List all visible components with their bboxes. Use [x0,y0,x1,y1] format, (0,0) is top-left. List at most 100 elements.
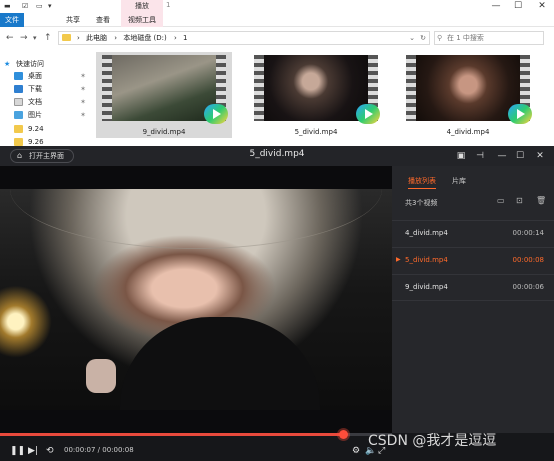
progress-fill [0,433,343,436]
minimize-button[interactable]: — [494,149,510,163]
video-player-icon [508,104,532,124]
playlist-item-duration: 00:00:08 [512,256,544,264]
refresh-icon[interactable]: ↻ [420,32,426,44]
customize-qa-icon[interactable]: ▾ [48,1,52,11]
document-icon [14,98,23,106]
playlist-panel: 播放列表 片库 共3个视频 ▭ ⊡ 🗑 4_divid.mp4 00:00:14… [392,166,554,433]
thumbnail-frame [112,55,216,121]
minimize-button[interactable]: — [486,0,506,13]
breadcrumb-folder[interactable]: 1 [183,34,187,42]
address-bar[interactable]: › 此电脑 › 本地磁盘 (D:) › 1 ⌄ ↻ [58,31,430,45]
sidebar-item-documents[interactable]: 文档 ✶ [14,96,90,108]
folder-icon [62,34,71,41]
playlist-item-active[interactable]: ▶ 5_divid.mp4 00:00:08 [392,247,554,274]
file-list: 9_divid.mp4 5_divid.mp4 4_divid.mp4 [92,49,554,146]
player-titlebar: ⌂ 打开主界面 5_divid.mp4 ▣ ⊣ — ☐ ✕ [0,146,554,166]
maximize-button[interactable]: ☐ [512,149,528,163]
pause-icon[interactable]: ❚❚ [10,445,25,457]
file-name: 5_divid.mp4 [294,128,338,136]
new-folder-icon[interactable]: ▭ [36,1,43,11]
file-item-5-divid[interactable]: 5_divid.mp4 [248,52,384,138]
address-row: ← → ▾ ↑ › 此电脑 › 本地磁盘 (D:) › 1 ⌄ ↻ ⚲ 在 1 … [0,28,554,48]
umbrella-shape [10,189,382,249]
progress-knob[interactable] [339,430,348,439]
star-icon: ★ [4,60,11,68]
up-icon[interactable]: ↑ [44,32,52,44]
tab-playlist[interactable]: 播放列表 [408,174,436,189]
file-name: 4_divid.mp4 [446,128,490,136]
player-title: 5_divid.mp4 [249,149,305,159]
video-canvas[interactable] [0,166,392,433]
progress-bar[interactable] [0,430,392,439]
pin-top-icon[interactable]: ⊣ [472,149,488,163]
sidebar-item-downloads[interactable]: 下载 ✶ [14,83,90,95]
breadcrumb-sep-icon: › [77,34,80,42]
playlist-item-name: 5_divid.mp4 [405,256,448,264]
screen: ▬ ☑ ▭ ▾ 播放 1 — ☐ ✕ 文件 共享 查看 视频工具 ← → ▾ ↑… [0,0,554,461]
ribbon-tabs: 文件 共享 查看 视频工具 [0,13,554,27]
add-folder-icon[interactable]: ▭ [497,196,505,205]
film-holes [406,55,416,121]
sidebar-item-9-24[interactable]: 9.24 [14,123,90,135]
sidebar-item-desktop[interactable]: 桌面 ✶ [14,70,90,82]
address-dropdown-icon[interactable]: ⌄ [409,32,415,44]
breadcrumb-drive[interactable]: 本地磁盘 (D:) [123,34,166,42]
quick-access[interactable]: ★ 快速访问 [4,58,44,70]
playlist-item-name: 4_divid.mp4 [405,229,448,237]
sidebar-item-label: 9.26 [28,138,44,146]
close-button[interactable]: ✕ [532,149,548,163]
tab-view[interactable]: 查看 [92,13,114,27]
tab-share[interactable]: 共享 [62,13,84,27]
pin-icon: ✶ [80,72,86,80]
playlist-item-duration: 00:00:06 [512,283,544,291]
sidebar-item-pictures[interactable]: 图片 ✶ [14,109,90,121]
settings-icon[interactable]: ⚙ [352,445,360,457]
add-file-icon[interactable]: ⊡ [516,196,523,205]
file-item-9-divid[interactable]: 9_divid.mp4 [96,52,232,138]
app-folder-icon: ▬ [4,2,11,10]
search-input[interactable]: ⚲ 在 1 中搜索 [434,31,544,45]
playlist-count: 共3个视频 [405,199,438,207]
recent-locations-icon[interactable]: ▾ [33,32,37,44]
video-player-window: ⌂ 打开主界面 5_divid.mp4 ▣ ⊣ — ☐ ✕ 播放列表 片库 共3… [0,146,554,461]
next-icon[interactable]: ▶| [28,445,38,457]
tab-library[interactable]: 片库 [452,174,466,188]
figure-hand [86,359,116,393]
navigation-pane: ★ 快速访问 桌面 ✶ 下载 ✶ 文档 ✶ 图片 ✶ 9.24 9.26 [0,49,92,146]
time-current: 00:00:07 [64,446,96,454]
video-frame [0,189,392,410]
tab-video-tools[interactable]: 视频工具 [121,13,163,27]
breadcrumb-sep-icon: › [174,34,177,42]
sidebar-item-label: 文档 [28,98,42,106]
playlist-item[interactable]: 9_divid.mp4 00:00:06 [392,274,554,301]
playlist-item-name: 9_divid.mp4 [405,283,448,291]
close-button[interactable]: ✕ [532,0,552,13]
explorer-titlebar: ▬ ☑ ▭ ▾ 播放 1 — ☐ ✕ [0,0,554,13]
breadcrumb-this-pc[interactable]: 此电脑 [86,34,107,42]
delete-icon[interactable]: 🗑 [536,196,546,205]
forward-icon[interactable]: → [20,32,28,44]
loop-icon[interactable]: ⟲ [46,445,54,457]
playlist-item[interactable]: 4_divid.mp4 00:00:14 [392,220,554,247]
search-icon: ⚲ [437,34,443,42]
maximize-button[interactable]: ☐ [508,0,528,13]
watermark-text: CSDN @我才是逗逗 [368,433,497,449]
player-controls: ❚❚ ▶| ⟲ 00:00:07 / 00:00:08 ⚙ 🔈 ⤢ CSDN @… [0,430,554,461]
thumbnail-frame [264,55,368,121]
screen-cast-icon[interactable]: ▣ [453,149,469,163]
pin-icon: ✶ [80,98,86,106]
file-explorer-window: ▬ ☑ ▭ ▾ 播放 1 — ☐ ✕ 文件 共享 查看 视频工具 ← → ▾ ↑… [0,0,554,146]
file-item-4-divid[interactable]: 4_divid.mp4 [400,52,536,138]
context-tab-play[interactable]: 播放 [121,0,163,13]
desktop-icon [14,72,23,80]
folder-icon [14,125,23,133]
properties-icon[interactable]: ☑ [22,1,28,11]
playlist-tabs: 播放列表 片库 [392,174,554,190]
sidebar-item-label: 桌面 [28,72,42,80]
window-title: 1 [166,1,171,9]
back-icon[interactable]: ← [6,32,14,44]
time-display: 00:00:07 / 00:00:08 [64,446,134,454]
pin-icon: ✶ [80,111,86,119]
tab-file[interactable]: 文件 [0,13,24,27]
pictures-icon [14,111,23,119]
